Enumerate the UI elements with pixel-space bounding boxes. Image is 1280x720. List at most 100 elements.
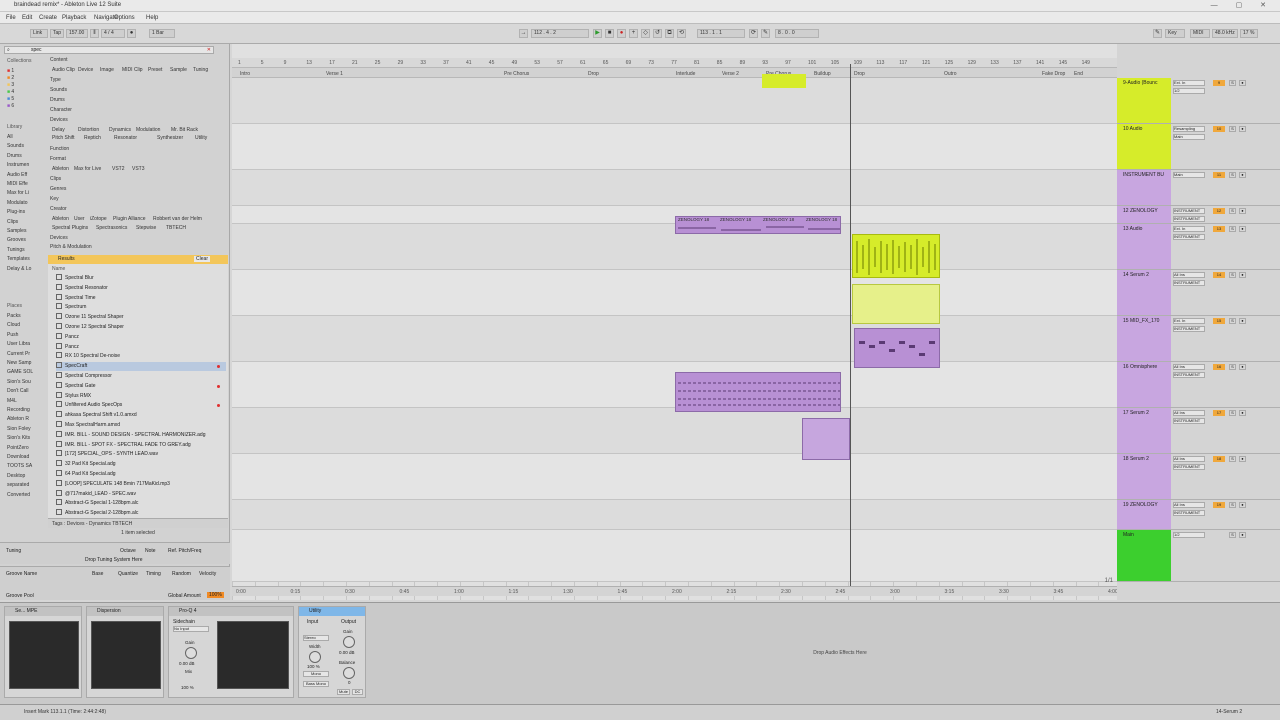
library-item[interactable]: Samples (7, 228, 26, 234)
result-item[interactable]: Pancz (56, 332, 226, 342)
position-field[interactable]: 112 . 4 . 2 (531, 29, 589, 38)
track-header[interactable]: INSTRUMENT BU Main 11 S ● (1117, 170, 1280, 206)
locator-marker[interactable]: Outro (944, 71, 957, 77)
places-item[interactable]: PointZero (7, 445, 29, 451)
sidechain-gain-knob[interactable] (185, 647, 197, 659)
locator-marker[interactable]: Intro (240, 71, 250, 77)
solo-button[interactable]: S (1229, 208, 1236, 214)
locator-marker[interactable]: Verse 1 (326, 71, 343, 77)
drop-tuning-zone[interactable]: Drop Tuning System Here (85, 557, 143, 563)
mute-button[interactable]: Mute (337, 689, 350, 695)
track-header[interactable]: 16 Omnisphere All Ins INSTRUMENT 16 S ● (1117, 362, 1280, 408)
track-input-select[interactable]: Ext. In (1173, 226, 1205, 232)
arm-icon[interactable]: ● (1239, 80, 1246, 86)
track-input-select[interactable]: All Ins (1173, 456, 1205, 462)
result-item[interactable]: Unfiltered Audio SpecOps (56, 401, 226, 410)
track-header[interactable]: 18 Serum 2 All Ins INSTRUMENT 18 S ● (1117, 454, 1280, 500)
zenology-clip-group[interactable]: ZENOLOGY 18 ZENOLOGY 18 ZENOLOGY 18 ZENO… (675, 216, 841, 234)
serum-clip-17[interactable] (802, 418, 850, 460)
arm-icon[interactable]: ● (1239, 318, 1246, 324)
library-item[interactable]: Sounds (7, 143, 24, 149)
places-item[interactable]: Recording (7, 407, 30, 413)
track-lane[interactable] (232, 454, 1117, 500)
filter-chip[interactable]: Spectrasonics (96, 225, 127, 231)
track-lane[interactable] (232, 530, 1117, 582)
filter-chip[interactable]: Mr. Bit Rack (171, 127, 198, 133)
midi-clip-15[interactable] (854, 328, 940, 368)
capture-icon[interactable]: ⧉ (665, 29, 674, 38)
result-item[interactable]: Spectral Blur (56, 274, 226, 283)
track-lane[interactable] (232, 270, 1117, 316)
solo-button[interactable]: S (1229, 532, 1236, 538)
drop-effects-zone[interactable]: Drop Audio Effects Here (640, 650, 1040, 656)
track-name[interactable]: 18 Serum 2 (1123, 456, 1149, 462)
places-item[interactable]: Converted (7, 492, 30, 498)
track-name[interactable]: Main (1123, 532, 1134, 538)
filter-chip[interactable]: Distortion (78, 127, 99, 133)
arrangement-view[interactable]: 1 5 9 13 17 21 25 29 33 37 41 45 49 53 57 61 65 69 73 77 81 8… (232, 44, 1117, 600)
result-item[interactable]: 32 Pad Kit Special.adg (56, 460, 226, 469)
result-item[interactable]: Spectrum (56, 303, 226, 312)
filter-chip[interactable]: Robbert van der Helm (153, 216, 202, 222)
result-item[interactable]: IMR. BILL - SOUND DESIGN - SPECTRAL HARM… (56, 430, 226, 440)
menu-edit[interactable]: Edit (22, 15, 32, 21)
track-name[interactable]: 19 ZENOLOGY (1123, 502, 1158, 508)
solo-button[interactable]: S (1229, 410, 1236, 416)
locator-bar[interactable] (232, 68, 1117, 78)
track-activator[interactable]: 15 (1213, 318, 1225, 324)
filter-chip[interactable]: iZotope (90, 216, 107, 222)
track-header[interactable]: 14 Serum 2 All Ins INSTRUMENT 14 S ● (1117, 270, 1280, 316)
filter-chip[interactable]: Max for Live (74, 166, 101, 172)
midi-clip-14[interactable] (852, 284, 940, 324)
mono-button[interactable]: Mono (303, 671, 329, 677)
window-controls[interactable]: — ▢ ✕ (1211, 1, 1274, 9)
places-item[interactable]: TOOTS SA (7, 463, 32, 469)
arm-icon[interactable]: ● (1239, 502, 1246, 508)
meter-field[interactable]: 4 / 4 (101, 29, 125, 38)
solo-button[interactable]: S (1229, 364, 1236, 370)
dc-button[interactable]: DC (352, 689, 363, 695)
places-item[interactable]: Don't Call (7, 388, 29, 394)
track-output-select[interactable]: INSTRUMENT (1173, 510, 1205, 516)
arm-icon[interactable]: ● (1239, 364, 1246, 370)
result-item[interactable]: Spectral Gate (56, 381, 226, 391)
library-item[interactable]: MIDI Effe (7, 181, 28, 187)
track-header[interactable]: 10 Audio Resampling Main 10 S ● (1117, 124, 1280, 170)
library-item[interactable]: Modulato (7, 200, 28, 206)
result-item[interactable]: RX 10 Spectral De-noise (56, 352, 226, 361)
result-item[interactable]: Ozone 11 Spectral Shaper (56, 313, 226, 322)
locator-marker[interactable]: End (1074, 71, 1083, 77)
track-output-select[interactable]: 1/2 (1173, 88, 1205, 94)
link-button[interactable]: Link (30, 29, 48, 38)
places-item[interactable]: Download (7, 454, 29, 460)
track-header[interactable]: 12 ZENOLOGY INSTRUMENT INSTRUMENT 12 S ● (1117, 206, 1280, 224)
filter-chip[interactable]: VST2 (112, 166, 125, 172)
track-header[interactable]: 9-Audio (Bounc Ext. In 1/2 9 S ● (1117, 78, 1280, 124)
loop-switch-icon[interactable]: ⟳ (749, 29, 758, 38)
result-item[interactable]: Spectral Resonator (56, 283, 226, 293)
tap-button[interactable]: Tap (50, 29, 64, 38)
track-input-select[interactable]: All Ins (1173, 502, 1205, 508)
filter-chip[interactable]: Utility (195, 135, 207, 141)
track-name[interactable]: 9-Audio (Bounc (1123, 80, 1157, 86)
result-item[interactable]: @717makid_LEAD - SPEC.wav (56, 489, 226, 499)
track-input-select[interactable]: All Ins (1173, 410, 1205, 416)
search-input[interactable]: ⌕ spec ✕ (4, 46, 214, 54)
menu-playback[interactable]: Playback (62, 15, 86, 21)
result-item[interactable]: Abstract-G Special 1-128bpm.alc (56, 499, 226, 508)
library-item[interactable]: Max for Li (7, 190, 29, 196)
track-activator[interactable]: 10 (1213, 126, 1225, 132)
key-map-button[interactable]: Key (1165, 29, 1185, 38)
locator-marker[interactable]: Pre Chorus (504, 71, 529, 77)
filter-chip[interactable]: Device (78, 67, 93, 73)
track-input-select[interactable]: Ext. In (1173, 80, 1205, 86)
stereo-select[interactable]: Stereo (303, 635, 329, 641)
arm-icon[interactable]: ● (1239, 226, 1246, 232)
track-output-select[interactable]: INSTRUMENT (1173, 464, 1205, 470)
track-lane[interactable] (232, 316, 1117, 362)
track-activator[interactable]: 9 (1213, 80, 1225, 86)
bass-mono-button[interactable]: Bass Mono (303, 681, 329, 687)
places-item[interactable]: Current Pr (7, 351, 30, 357)
result-item[interactable]: Stylus RMX (56, 391, 226, 401)
arm-icon[interactable]: ● (1239, 410, 1246, 416)
